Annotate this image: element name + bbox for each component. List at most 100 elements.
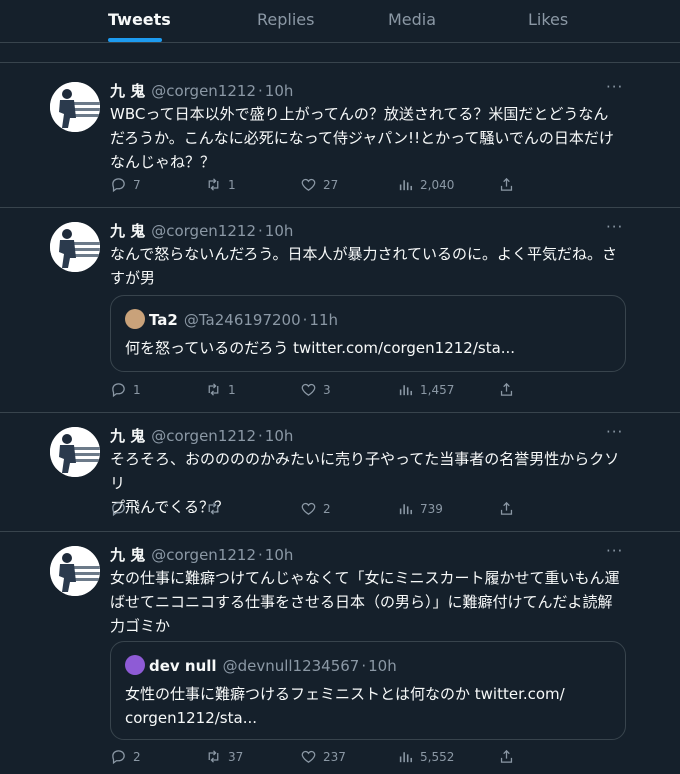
quoted-text-line: 女性の仕事に難癖つけるフェミニストとは何なのか twitter.com/ (125, 685, 565, 703)
quoted-timestamp: 10h (368, 657, 397, 675)
tweet-header: 九 鬼 @corgen1212 · 10h (110, 425, 293, 446)
quoted-avatar[interactable] (125, 655, 145, 675)
tweet-header: 九 鬼 @corgen1212 · 10h (110, 220, 293, 241)
reply-count: 1 (133, 382, 141, 397)
handle[interactable]: @corgen1212 (151, 82, 256, 100)
retweet-icon (208, 502, 219, 515)
tweet-text-line: そろそろ、おののののかみたいに売り子やってた当事者の名誉男性からクソリ (110, 450, 620, 492)
like-count: 3 (323, 382, 331, 397)
tweet-text-line: だろうか。こんなに必死になって侍ジャパン!!とかって騒いでんの日本だけ (110, 129, 614, 147)
quoted-text-line: 何を怒っているのだろう twitter.com/corgen1212/sta..… (125, 339, 516, 357)
retweet-icon (208, 750, 219, 763)
like-count: 27 (323, 177, 339, 192)
share-button[interactable] (498, 381, 515, 398)
quoted-avatar[interactable] (125, 309, 145, 329)
more-options-icon[interactable]: ··· (606, 542, 623, 560)
quoted-tweet-header: Ta2 @Ta246197200 · 11h (125, 309, 338, 329)
retweet-button[interactable]: 37 (205, 748, 243, 765)
retweet-icon (208, 178, 219, 191)
views-count: 1,457 (420, 382, 455, 397)
like-button[interactable]: 2 (300, 500, 331, 517)
handle[interactable]: @corgen1212 (151, 222, 256, 240)
views-button[interactable]: 739 (397, 500, 443, 517)
display-name[interactable]: 九 鬼 (110, 82, 145, 100)
quoted-display-name: Ta2 (149, 311, 178, 329)
tab-likes[interactable]: Likes (528, 10, 568, 29)
views-count: 739 (420, 501, 443, 516)
avatar[interactable] (50, 546, 100, 596)
tweet-header: 九 鬼 @corgen1212 · 10h (110, 80, 293, 101)
views-button[interactable]: 2,040 (397, 176, 454, 193)
timestamp[interactable]: 10h (265, 82, 294, 100)
share-icon (500, 749, 513, 763)
divider (0, 531, 680, 532)
separator: · (258, 222, 263, 240)
quoted-handle: @devnull1234567 (222, 657, 360, 675)
reply-icon (112, 502, 125, 517)
quoted-text: 女性の仕事に難癖つけるフェミニストとは何なのか twitter.com/ cor… (125, 682, 615, 730)
reply-button[interactable]: 2 (110, 748, 141, 765)
quoted-tweet-header: dev null @devnull1234567 · 10h (125, 655, 397, 675)
display-name[interactable]: 九 鬼 (110, 427, 145, 445)
retweet-count: 1 (228, 177, 236, 192)
views-count: 2,040 (420, 177, 455, 192)
share-button[interactable] (498, 176, 515, 193)
display-name[interactable]: 九 鬼 (110, 546, 145, 564)
tweet-actions: 2 37 237 5,552 (110, 748, 530, 768)
quoted-tweet[interactable]: Ta2 @Ta246197200 · 11h 何を怒っているのだろう twitter.… (110, 295, 626, 372)
tweet-text-line: なんじゃね？？ (110, 153, 216, 171)
timestamp[interactable]: 10h (265, 222, 294, 240)
timestamp[interactable]: 10h (265, 546, 294, 564)
quoted-timestamp: 11h (309, 311, 338, 329)
tab-replies[interactable]: Replies (257, 10, 314, 29)
retweet-count: 37 (228, 749, 244, 764)
retweet-button[interactable] (205, 500, 228, 517)
separator: · (302, 311, 308, 329)
share-button[interactable] (498, 748, 515, 765)
views-icon (399, 385, 413, 396)
retweet-button[interactable]: 1 (205, 381, 236, 398)
views-button[interactable]: 5,552 (397, 748, 454, 765)
like-button[interactable]: 27 (300, 176, 338, 193)
tweet-text: なんで怒らないんだろう。日本人が暴力されているのに。よく平気だね。さ すが男 (110, 242, 630, 290)
reply-count: 7 (133, 177, 141, 192)
tweet-text-line: ばせてニコニコする仕事をさせる日本（の男ら）」に難癖付けてんだよ読解 (110, 593, 613, 611)
reply-button[interactable]: 1 (110, 381, 141, 398)
like-count: 237 (323, 749, 346, 764)
views-icon (399, 180, 413, 191)
tweet-text: 女の仕事に難癖つけてんじゃなくて「女にミニスカート履かせて重いもん運 ばせてニコ… (110, 566, 630, 638)
more-options-icon[interactable]: ··· (606, 78, 623, 96)
timestamp[interactable]: 10h (265, 427, 294, 445)
avatar[interactable] (50, 82, 100, 132)
share-button[interactable] (498, 500, 515, 517)
profile-tabs: Tweets Replies Media Likes (0, 0, 680, 43)
quoted-text-line: corgen1212/sta... (125, 709, 258, 727)
reply-icon (112, 178, 125, 193)
avatar[interactable] (50, 427, 100, 477)
share-icon (500, 177, 513, 191)
handle[interactable]: @corgen1212 (151, 427, 256, 445)
like-button[interactable]: 3 (300, 381, 331, 398)
tweet-text-line: なんで怒らないんだろう。日本人が暴力されているのに。よく平気だね。さ (110, 245, 618, 263)
tab-tweets[interactable]: Tweets (108, 10, 171, 29)
separator: · (258, 427, 263, 445)
more-options-icon[interactable]: ··· (606, 218, 623, 236)
avatar[interactable] (50, 222, 100, 272)
heart-icon (301, 750, 316, 763)
more-options-icon[interactable]: ··· (606, 423, 623, 441)
heart-icon (301, 178, 316, 191)
reply-button[interactable]: 7 (110, 176, 141, 193)
heart-icon (301, 502, 316, 515)
views-button[interactable]: 1,457 (397, 381, 454, 398)
tab-media[interactable]: Media (388, 10, 436, 29)
retweet-button[interactable]: 1 (205, 176, 236, 193)
quoted-tweet[interactable]: dev null @devnull1234567 · 10h 女性の仕事に難癖つけるフ… (110, 641, 626, 740)
reply-button[interactable] (110, 500, 133, 517)
display-name[interactable]: 九 鬼 (110, 222, 145, 240)
like-button[interactable]: 237 (300, 748, 346, 765)
retweet-count: 1 (228, 382, 236, 397)
share-icon (500, 382, 513, 396)
separator: · (361, 657, 367, 675)
views-icon (399, 752, 413, 763)
handle[interactable]: @corgen1212 (151, 546, 256, 564)
